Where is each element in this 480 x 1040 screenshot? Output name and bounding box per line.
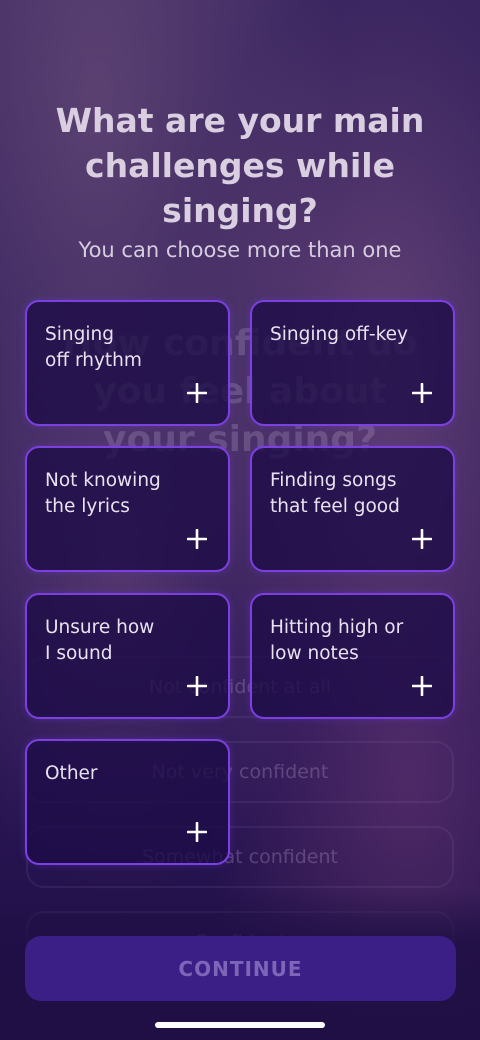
option-label: Singing off rhythm (45, 324, 142, 371)
plus-icon (412, 676, 432, 696)
plus-icon (187, 822, 207, 842)
option-label: Singing off-key (270, 324, 408, 345)
option-card-finding-songs[interactable]: Finding songs that feel good (250, 446, 455, 572)
option-label: Unsure how I sound (45, 617, 155, 664)
home-indicator[interactable] (155, 1022, 325, 1028)
page-subtitle: You can choose more than one (78, 238, 402, 262)
plus-icon (187, 383, 207, 403)
continue-button[interactable]: CONTINUE (25, 936, 456, 1001)
screen: How confident do you feel about your sin… (0, 0, 480, 1040)
option-label: Hitting high or low notes (270, 617, 404, 664)
plus-icon (412, 383, 432, 403)
option-card-singing-off-rhythm[interactable]: Singing off rhythm (25, 300, 230, 426)
option-card-other[interactable]: Other (25, 739, 230, 865)
option-label: Not knowing the lyrics (45, 470, 161, 517)
option-card-hitting-notes[interactable]: Hitting high or low notes (250, 593, 455, 719)
option-card-not-knowing-lyrics[interactable]: Not knowing the lyrics (25, 446, 230, 572)
plus-icon (187, 676, 207, 696)
option-card-unsure-how-i-sound[interactable]: Unsure how I sound (25, 593, 230, 719)
page-title: What are your main challenges while sing… (55, 101, 425, 230)
plus-icon (187, 529, 207, 549)
option-label: Finding songs that feel good (270, 470, 400, 517)
option-card-singing-off-key[interactable]: Singing off-key (250, 300, 455, 426)
plus-icon (412, 529, 432, 549)
option-label: Other (45, 763, 98, 784)
